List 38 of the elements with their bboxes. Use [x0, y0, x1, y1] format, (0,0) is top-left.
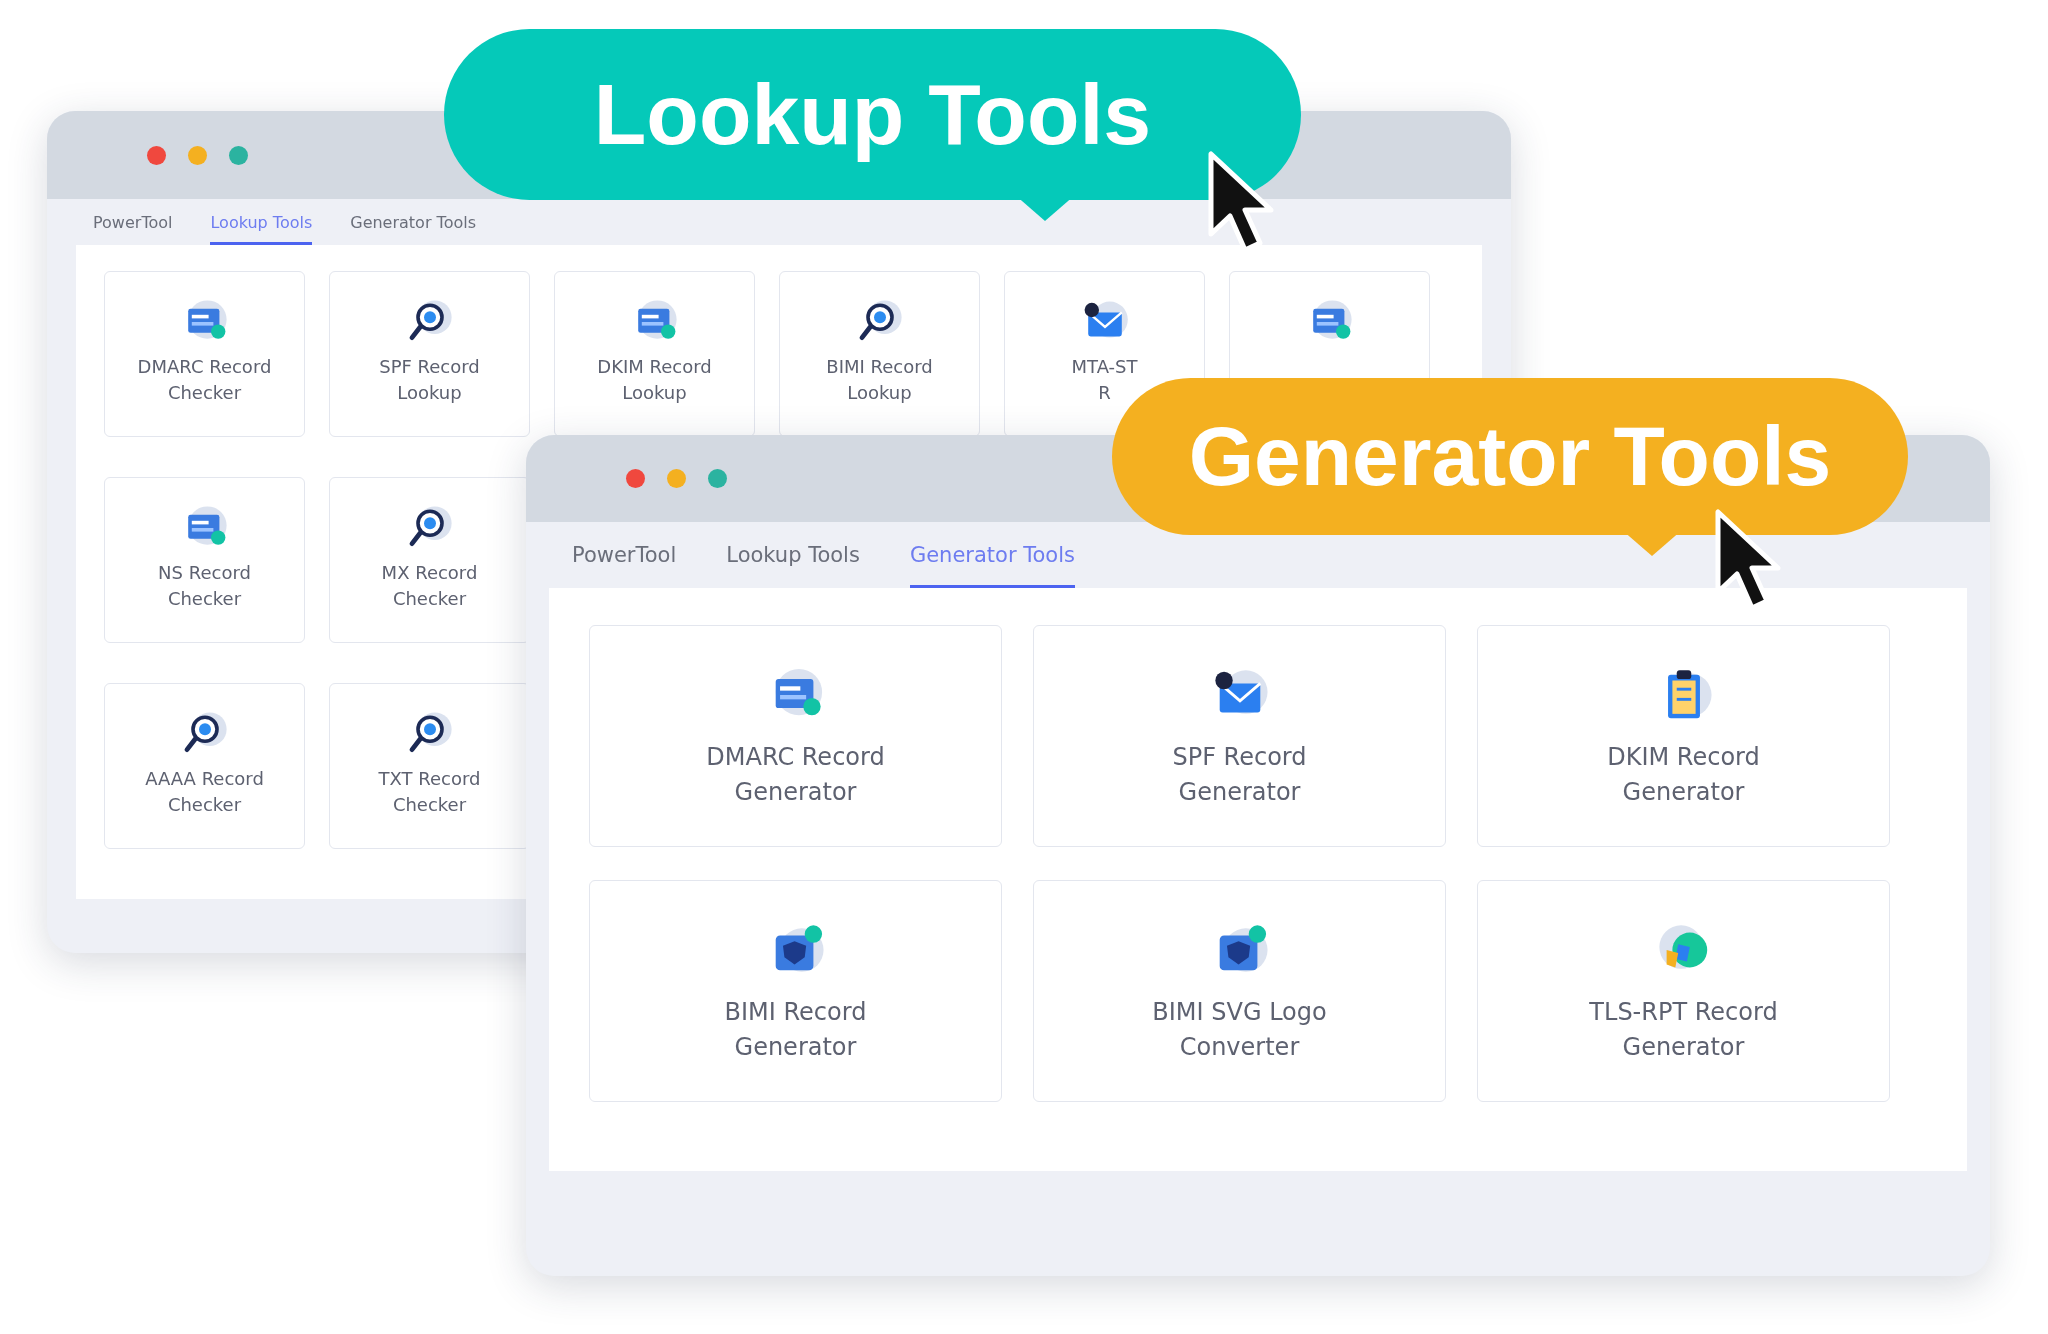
tab[interactable]: Generator Tools	[350, 199, 476, 245]
tab[interactable]: PowerTool	[572, 522, 677, 588]
tool-label: SPF Record Generator	[1172, 742, 1307, 808]
tool-label: TXT Record Checker	[378, 767, 481, 817]
tool-card[interactable]: DKIM Record Generator	[1477, 625, 1890, 847]
window-control-icon[interactable]	[147, 145, 166, 165]
tool-card[interactable]: BIMI Record Lookup	[779, 271, 980, 437]
callout-tooltip: Generator Tools	[1112, 378, 1908, 535]
tool-label: DMARC Record Generator	[706, 742, 885, 808]
tool-card[interactable]: BIMI SVG Logo Converter	[1033, 880, 1446, 1102]
tool-card[interactable]: NS Record Checker	[104, 477, 305, 643]
tool-label: AAAA Record Checker	[145, 767, 264, 817]
tool-label: BIMI Record Generator	[724, 997, 867, 1063]
tool-card[interactable]: SPF Record Generator	[1033, 625, 1446, 847]
tab[interactable]: PowerTool	[93, 199, 173, 245]
window-control-icon[interactable]	[667, 469, 686, 488]
tool-label: NS Record Checker	[158, 561, 251, 611]
tool-label: BIMI Record Lookup	[826, 355, 933, 405]
callout-tooltip: Lookup Tools	[444, 29, 1301, 200]
tool-label: SPF Record Lookup	[379, 355, 480, 405]
tool-card[interactable]: DMARC Record Generator	[589, 625, 1002, 847]
tool-label: MX Record Checker	[381, 561, 478, 611]
tool-card[interactable]: BIMI Record Generator	[589, 880, 1002, 1102]
window-control-icon[interactable]	[188, 145, 207, 165]
tool-card[interactable]: SPF Record Lookup	[329, 271, 530, 437]
tool-card[interactable]: AAAA Record Checker	[104, 683, 305, 849]
tool-label: TLS-RPT Record Generator	[1589, 997, 1778, 1063]
tool-label: DMARC Record Checker	[137, 355, 272, 405]
window-control-icon[interactable]	[708, 469, 727, 488]
tool-card[interactable]: DKIM Record Lookup	[554, 271, 755, 437]
window-control-icon[interactable]	[626, 469, 645, 488]
tool-label: DKIM Record Generator	[1607, 742, 1760, 808]
tool-card[interactable]: TLS-RPT Record Generator	[1477, 880, 1890, 1102]
tab[interactable]: Lookup Tools	[726, 522, 860, 588]
tool-label: DKIM Record Lookup	[597, 355, 712, 405]
tool-card[interactable]: DMARC Record Checker	[104, 271, 305, 437]
tool-label: BIMI SVG Logo Converter	[1152, 997, 1327, 1063]
window-control-icon[interactable]	[229, 145, 248, 165]
